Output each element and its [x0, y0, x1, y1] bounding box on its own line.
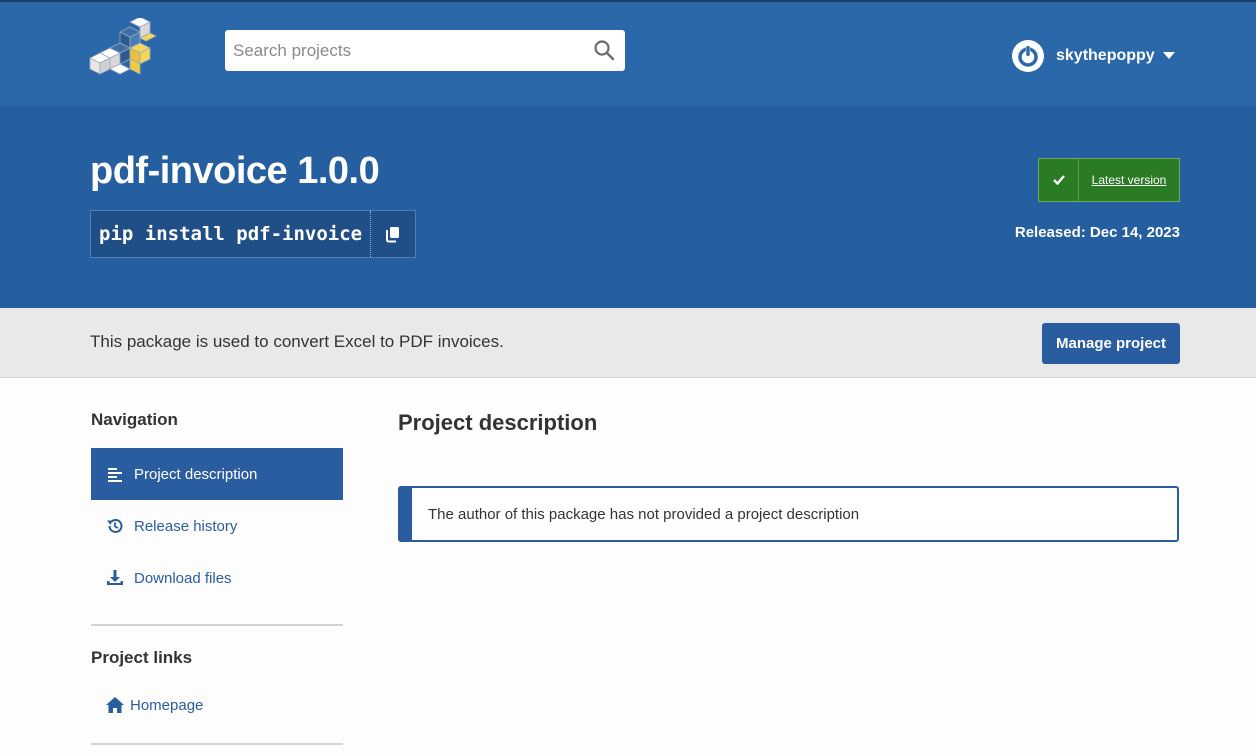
latest-version-badge[interactable]: Latest version [1038, 158, 1180, 202]
history-icon [107, 519, 123, 533]
summary-bar: This package is used to convert Excel to… [0, 308, 1256, 378]
user-avatar-icon [1012, 40, 1044, 72]
copy-icon [386, 226, 400, 242]
search-box [225, 30, 625, 71]
release-date: Released: Dec 14, 2023 [1014, 224, 1180, 241]
sidebar-link-label: Homepage [130, 696, 204, 714]
package-summary: This package is used to convert Excel to… [90, 332, 504, 351]
pip-install-box: pip install pdf-invoice [90, 210, 417, 258]
sidebar-item-download-files[interactable]: Download files [91, 552, 343, 604]
navigation-heading: Navigation [91, 410, 178, 429]
latest-version-link[interactable]: Latest version [1079, 159, 1179, 201]
checkmark-icon [1052, 175, 1065, 186]
home-icon [106, 697, 124, 713]
sidebar-link-homepage[interactable]: Homepage [91, 679, 343, 731]
search-icon[interactable] [593, 39, 615, 61]
search-input[interactable] [225, 30, 585, 71]
manage-project-button[interactable]: Manage project [1042, 323, 1180, 364]
sidebar-divider [91, 624, 343, 626]
sidebar-item-label: Project description [134, 465, 258, 483]
sidebar-item-project-description[interactable]: Project description [91, 448, 343, 500]
user-menu[interactable]: skythepoppy [1012, 40, 1175, 72]
chevron-down-icon [1162, 52, 1175, 59]
sidebar-divider [91, 743, 343, 745]
pip-command[interactable]: pip install pdf-invoice [91, 211, 370, 257]
description-callout: The author of this package has not provi… [398, 486, 1179, 542]
sidebar-item-label: Download files [134, 569, 232, 587]
section-title: Project description [398, 410, 598, 435]
copy-button[interactable] [370, 211, 415, 257]
package-header [0, 106, 1256, 308]
username: skythepoppy [1056, 47, 1155, 64]
align-left-icon [108, 468, 122, 482]
project-links-heading: Project links [91, 648, 193, 667]
callout-text: The author of this package has not provi… [428, 505, 860, 523]
sidebar-item-label: Release history [134, 517, 238, 535]
package-title: pdf-invoice 1.0.0 [90, 150, 380, 192]
top-bar: skythepoppy [0, 0, 1256, 106]
sidebar-item-release-history[interactable]: Release history [91, 500, 343, 552]
download-icon [107, 570, 123, 585]
pypi-logo-icon[interactable] [88, 18, 158, 78]
